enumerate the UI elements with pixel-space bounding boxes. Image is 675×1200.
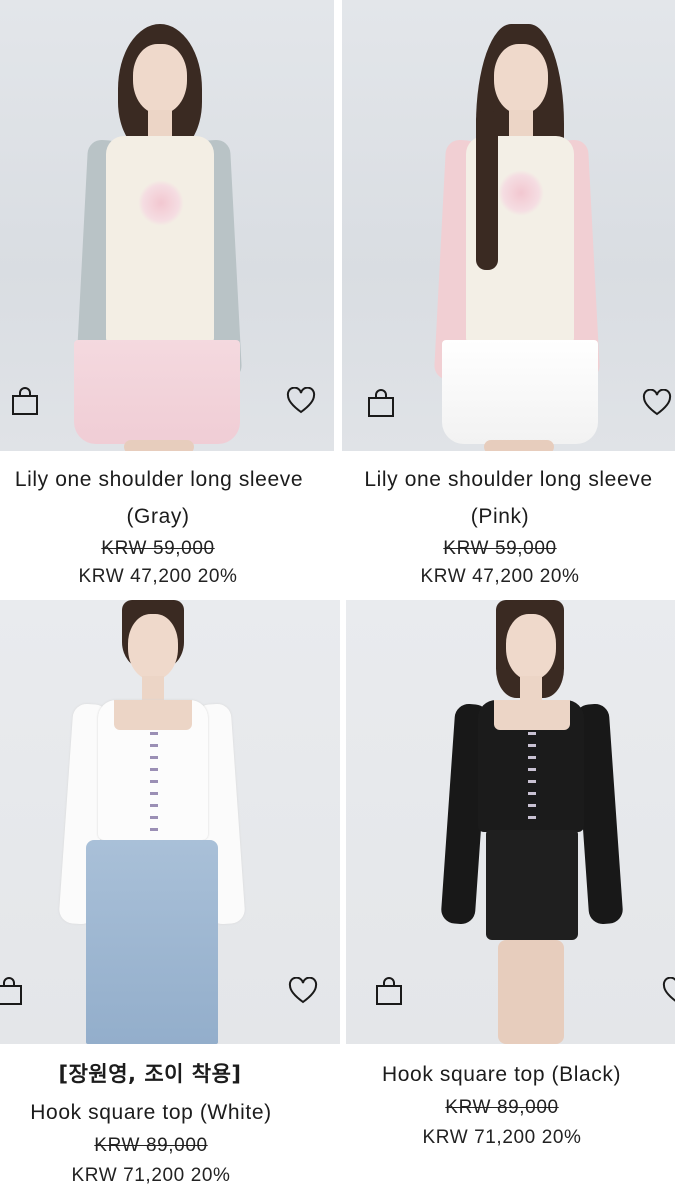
product-name[interactable]: Lily one shoulder long sleeve: [0, 461, 318, 498]
model-face: [494, 44, 548, 114]
model-face: [133, 44, 187, 114]
product-card[interactable]: Hook square top (Black) KRW 89,000 KRW 7…: [346, 600, 675, 1200]
product-image[interactable]: [346, 600, 675, 1044]
product-image[interactable]: [0, 600, 340, 1044]
model-neckline: [114, 700, 192, 730]
heart-icon: [662, 977, 675, 1002]
discount-percent: 20%: [539, 566, 580, 587]
model-face: [128, 614, 178, 680]
discount-percent: 20%: [197, 566, 238, 587]
product-image[interactable]: [342, 0, 675, 451]
product-name[interactable]: Lily one shoulder long sleeve: [342, 461, 675, 498]
shopping-bag-icon: [376, 977, 402, 1005]
original-price: KRW 89,000: [94, 1135, 208, 1156]
model-legs: [484, 440, 554, 451]
lily-print: [498, 170, 544, 216]
cream-top: [106, 136, 214, 344]
heart-icon: [286, 387, 316, 414]
model-neck: [142, 676, 164, 702]
wishlist-button[interactable]: [286, 974, 320, 1008]
product-variant[interactable]: (Gray): [0, 498, 316, 535]
model-face: [506, 614, 556, 680]
add-to-cart-button[interactable]: [0, 974, 26, 1008]
product-card[interactable]: Lily one shoulder long sleeve (Pink) KRW…: [342, 0, 675, 600]
sale-price-row: KRW 71,200 20%: [0, 1165, 302, 1187]
discount-percent: 20%: [190, 1165, 231, 1186]
model-neck: [148, 110, 172, 136]
sale-price: KRW 47,200: [420, 566, 534, 587]
heart-icon: [642, 389, 672, 416]
original-price: KRW 89,000: [445, 1097, 559, 1118]
sale-price-row: KRW 47,200 20%: [0, 566, 316, 588]
wishlist-button[interactable]: [284, 384, 318, 418]
lily-print: [138, 180, 184, 226]
model-neck: [520, 676, 542, 702]
model-hair-front: [476, 110, 498, 270]
sale-price: KRW 71,200: [71, 1165, 185, 1186]
black-mini-skirt: [486, 830, 578, 940]
original-price: KRW 59,000: [443, 538, 557, 559]
discount-percent: 20%: [541, 1127, 582, 1148]
sale-price-row: KRW 71,200 20%: [346, 1127, 658, 1149]
add-to-cart-button[interactable]: [372, 974, 406, 1008]
shopping-bag-icon: [368, 389, 394, 417]
product-name[interactable]: Hook square top (White): [0, 1094, 302, 1131]
white-skirt: [442, 340, 598, 444]
product-name[interactable]: Hook square top (Black): [382, 1056, 675, 1093]
sale-price: KRW 71,200: [422, 1127, 536, 1148]
model-neckline: [494, 700, 570, 730]
product-image[interactable]: [0, 0, 334, 451]
hook-closure: [150, 732, 158, 836]
product-variant[interactable]: (Pink): [342, 498, 658, 535]
sale-price: KRW 47,200: [78, 566, 192, 587]
model-legs: [124, 440, 194, 451]
shopping-bag-icon: [12, 387, 38, 415]
product-card[interactable]: [장원영, 조이 착용] Hook square top (White) KRW…: [0, 600, 340, 1200]
heart-icon: [288, 977, 318, 1004]
add-to-cart-button[interactable]: [8, 384, 42, 418]
pink-skirt: [74, 340, 240, 444]
model-legs: [498, 940, 564, 1044]
wishlist-button[interactable]: [640, 386, 674, 420]
add-to-cart-button[interactable]: [364, 386, 398, 420]
blue-jeans: [86, 840, 218, 1044]
model-neck: [509, 110, 533, 136]
wishlist-button[interactable]: [660, 974, 675, 1008]
shopping-bag-icon: [0, 977, 22, 1005]
hook-closure: [528, 732, 536, 828]
sale-price-row: KRW 47,200 20%: [342, 566, 658, 588]
product-card[interactable]: Lily one shoulder long sleeve (Gray) KRW…: [0, 0, 336, 600]
original-price: KRW 59,000: [101, 538, 215, 559]
celebrity-worn-tag: [장원영, 조이 착용]: [58, 1062, 242, 1086]
